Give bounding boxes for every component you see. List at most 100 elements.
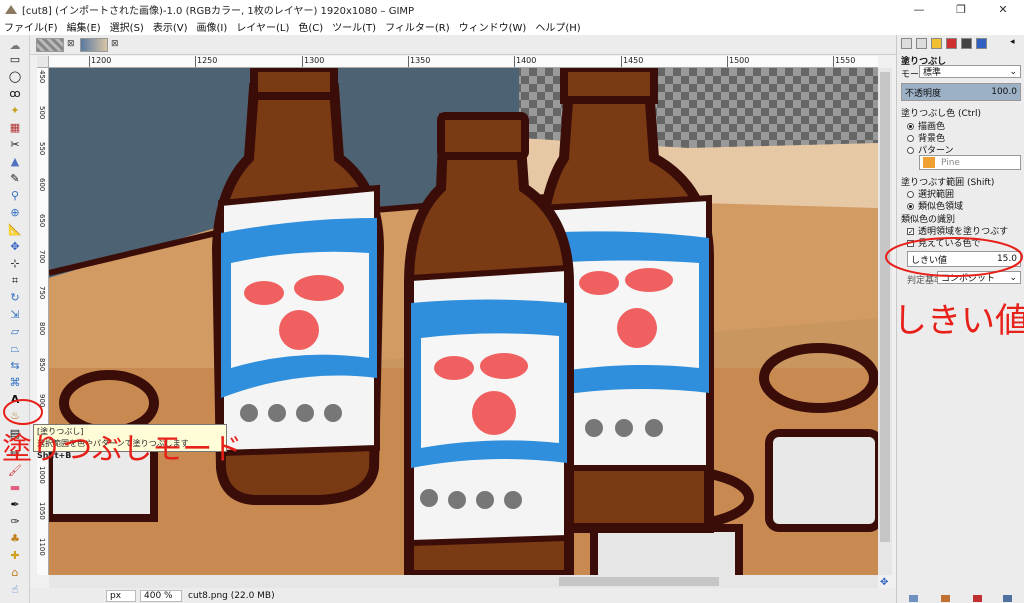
scale-icon[interactable]: ⇲ — [8, 308, 22, 321]
window-title: [cut8] (インポートされた画像)-1.0 (RGBカラー, 1枚のレイヤー… — [22, 5, 415, 17]
shear-icon[interactable]: ▱ — [8, 325, 22, 338]
zoom-select[interactable]: 400 % — [140, 589, 182, 602]
scissors-icon[interactable]: ✂ — [8, 138, 22, 151]
ellipse-select-icon[interactable]: ◯ — [8, 70, 22, 83]
eraser-icon[interactable]: ▬ — [8, 481, 22, 494]
image-thumbnail-2[interactable] — [80, 38, 108, 52]
perspective-icon[interactable]: ⏢ — [8, 342, 22, 355]
image-thumbnail-1[interactable] — [36, 38, 64, 52]
menu-file[interactable]: ファイル(F) — [4, 19, 58, 34]
color-picker-icon[interactable]: ⚲ — [8, 189, 22, 202]
ruler-corner[interactable] — [37, 56, 49, 68]
toolbox: ☁ ▭ ◯ ꝏ ✦ ▦ ✂ ▲ ✎ ⚲ ⊕ 📐 ✥ ⊹ ⌗ ↻ ⇲ ▱ ⏢ ⇆ … — [0, 35, 30, 603]
fill-type-label: 塗りつぶし色 (Ctrl) — [901, 109, 981, 119]
reset-options-icon[interactable] — [1003, 595, 1012, 602]
ruler-label: 450 — [38, 70, 46, 84]
gimp-icon — [5, 5, 17, 14]
menu-tools[interactable]: ツール(T) — [332, 19, 376, 34]
ruler-label: 600 — [38, 178, 46, 192]
annotation-fill-mode: 塗りつぶしモード — [2, 432, 243, 467]
crop-icon[interactable]: ⌗ — [8, 274, 22, 287]
menu-colors[interactable]: 色(C) — [298, 19, 323, 34]
title-bar: [cut8] (インポートされた画像)-1.0 (RGBカラー, 1枚のレイヤー… — [0, 0, 1024, 18]
menu-edit[interactable]: 編集(E) — [67, 19, 101, 34]
ruler-label: 1450 — [623, 56, 644, 65]
ruler-label: 1400 — [516, 56, 537, 65]
tab-undo-icon[interactable] — [946, 37, 957, 49]
delete-options-icon[interactable] — [973, 595, 982, 602]
perspective-clone-icon[interactable]: ⌂ — [8, 566, 22, 579]
menu-filters[interactable]: フィルター(R) — [385, 19, 450, 34]
dock-menu-icon[interactable]: ◂ — [1010, 37, 1015, 47]
tab-layers-icon[interactable] — [901, 37, 912, 49]
menu-view[interactable]: 表示(V) — [153, 19, 188, 34]
free-select-icon[interactable]: ꝏ — [8, 87, 22, 100]
menu-layer[interactable]: レイヤー(L) — [236, 19, 289, 34]
scroll-thumb[interactable] — [559, 577, 719, 586]
horizontal-scrollbar[interactable] — [49, 575, 878, 588]
clone-icon[interactable]: ♣ — [8, 532, 22, 545]
image-canvas[interactable] — [49, 68, 878, 575]
airbrush-icon[interactable]: ✒ — [8, 498, 22, 511]
move-icon[interactable]: ✥ — [8, 240, 22, 253]
ruler-label: 800 — [38, 322, 46, 336]
menu-help[interactable]: ヘルプ(H) — [535, 19, 580, 34]
ruler-label: 1050 — [38, 502, 46, 520]
restore-options-icon[interactable] — [941, 595, 950, 602]
ruler-vertical: 450 500 550 600 650 700 750 800 850 900 … — [37, 68, 49, 575]
image-tabs: ⊠ ⊠ — [30, 35, 897, 55]
opacity-slider[interactable]: 不透明度 100.0 — [901, 83, 1021, 101]
file-info: cut8.png (22.0 MB) — [188, 590, 275, 601]
dock-tabs — [897, 35, 1024, 51]
status-bar: px 400 % cut8.png (22.0 MB) — [30, 588, 897, 603]
foreground-select-icon[interactable]: ▲ — [8, 155, 22, 168]
ruler-label: 500 — [38, 106, 46, 120]
ruler-label: 850 — [38, 358, 46, 372]
unit-select[interactable]: px — [106, 589, 136, 602]
zoom-icon[interactable]: ⊕ — [8, 206, 22, 219]
ruler-label: 1200 — [91, 56, 112, 65]
measure-icon[interactable]: 📐 — [8, 223, 22, 236]
ruler-label: 1250 — [197, 56, 218, 65]
tab-close-icon[interactable]: ⊠ — [67, 39, 75, 49]
ink-icon[interactable]: ✑ — [8, 515, 22, 528]
close-button[interactable]: ✕ — [982, 0, 1024, 18]
save-options-icon[interactable] — [909, 595, 918, 602]
ruler-label: 550 — [38, 142, 46, 156]
tab-paths-icon[interactable] — [931, 37, 942, 49]
pattern-select[interactable]: Pine — [919, 155, 1021, 170]
menu-image[interactable]: 画像(I) — [197, 19, 228, 34]
navigate-icon[interactable]: ✥ — [880, 577, 888, 588]
tab-brushes-icon[interactable] — [961, 37, 972, 49]
fuzzy-select-icon[interactable]: ✦ — [8, 104, 22, 117]
paths-icon[interactable]: ✎ — [8, 172, 22, 185]
menu-select[interactable]: 選択(S) — [110, 19, 144, 34]
canvas-artwork — [49, 68, 878, 575]
rotate-icon[interactable]: ↻ — [8, 291, 22, 304]
ruler-label: 650 — [38, 214, 46, 228]
heal-icon[interactable]: ✚ — [8, 549, 22, 562]
ruler-label: 1300 — [304, 56, 325, 65]
cage-transform-icon[interactable]: ⌘ — [8, 376, 22, 389]
select-by-color-icon[interactable]: ▦ — [8, 121, 22, 134]
smudge-icon[interactable]: ☝ — [8, 583, 22, 596]
maximize-button[interactable]: ❐ — [940, 0, 982, 18]
minimize-button[interactable]: — — [898, 0, 940, 18]
flip-icon[interactable]: ⇆ — [8, 359, 22, 372]
ruler-label: 1350 — [410, 56, 431, 65]
tab-channels-icon[interactable] — [916, 37, 927, 49]
rect-select-icon[interactable]: ▭ — [8, 53, 22, 66]
align-icon[interactable]: ⊹ — [8, 257, 22, 270]
scroll-thumb[interactable] — [880, 72, 890, 542]
menu-windows[interactable]: ウィンドウ(W) — [459, 19, 527, 34]
area-similar-radio[interactable]: 類似色領域 — [907, 199, 963, 212]
mode-select[interactable]: 標準 ⌄ — [919, 65, 1021, 78]
tab-tool-options-icon[interactable] — [976, 37, 987, 49]
ruler-label: 1500 — [729, 56, 750, 65]
tab-close-icon[interactable]: ⊠ — [111, 39, 119, 49]
annotation-circle-threshold — [885, 237, 1023, 277]
vertical-scrollbar[interactable] — [878, 68, 892, 575]
annotation-circle-tool — [3, 399, 43, 425]
ruler-label: 1000 — [38, 466, 46, 484]
wilber-icon: ☁ — [9, 39, 21, 52]
